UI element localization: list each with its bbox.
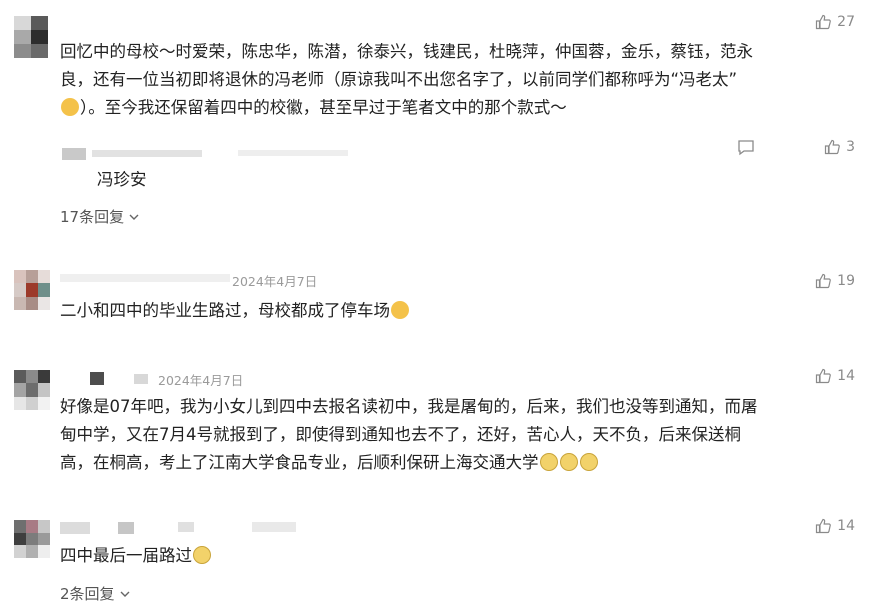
thumbs-up-icon xyxy=(816,518,832,534)
like-button[interactable]: 14 xyxy=(815,518,855,534)
smiling-face-emoji xyxy=(539,453,558,471)
redacted-username xyxy=(252,522,296,532)
redacted-username xyxy=(134,374,148,384)
comment-text-line: 好像是07年吧，我为小女儿到四中去报名读初中，我是屠甸的，后来，我们也没等到通知… xyxy=(60,397,758,416)
comment-text-line: 回忆中的母校～时爱荣，陈忠华，陈潜，徐泰兴，钱建民，杜晓萍，仲国蓉，金乐，蔡钰，… xyxy=(60,42,753,61)
thumbs-up-icon xyxy=(816,273,832,289)
comment-bubble-icon xyxy=(738,140,754,156)
redacted-username xyxy=(238,150,348,156)
comment-text-line: ）。至今我还保留着四中的校徽，甚至早过于笔者文中的那个款式～ xyxy=(80,98,567,117)
avatar[interactable] xyxy=(14,270,50,310)
reply-like-button[interactable]: 3 xyxy=(824,139,855,155)
thumbs-up-icon xyxy=(824,139,840,155)
reply-text: 冯珍安 xyxy=(97,170,147,189)
comment-text-line: 甸中学，又在7月4号就报到了，即使得到通知也去不了，还好，苦心人，天不负，后来保… xyxy=(60,425,741,444)
like-button[interactable]: 19 xyxy=(815,273,855,289)
thinking-face-emoji xyxy=(61,98,79,116)
avatar[interactable] xyxy=(14,16,48,58)
comment-text: 回忆中的母校～时爱荣，陈忠华，陈潜，徐泰兴，钱建民，杜晓萍，仲国蓉，金乐，蔡钰，… xyxy=(60,38,753,122)
chevron-down-icon xyxy=(129,214,139,220)
comment-text-line: 高，在桐高，考上了江南大学食品专业，后顺利保研上海交通大学 xyxy=(60,453,539,472)
like-count: 27 xyxy=(837,14,855,30)
like-button[interactable]: 14 xyxy=(815,368,855,384)
reply-comment-button[interactable] xyxy=(737,139,755,160)
view-replies-button[interactable]: 17条回复 xyxy=(60,206,140,227)
comment-text-line: 良，还有一位当初即将退休的冯老师（原谅我叫不出您名字了，以前同学们都称呼为“冯老… xyxy=(60,70,738,89)
smiling-face-emoji xyxy=(559,453,578,471)
redacted-username xyxy=(118,522,134,534)
comment-text-line: 二小和四中的毕业生路过，母校都成了停车场 xyxy=(60,301,390,320)
redacted-username xyxy=(60,274,230,282)
replies-count: 17条回复 xyxy=(60,208,125,226)
thumbs-up-icon xyxy=(816,14,832,30)
avatar[interactable] xyxy=(14,370,50,410)
replies-count: 2条回复 xyxy=(60,585,115,603)
smiling-face-emoji xyxy=(193,546,211,564)
like-count: 14 xyxy=(837,518,855,534)
like-button[interactable]: 27 xyxy=(815,14,855,30)
reply-avatar[interactable] xyxy=(62,148,86,160)
chevron-down-icon xyxy=(120,591,130,597)
redacted-username xyxy=(92,150,202,157)
like-count: 3 xyxy=(846,139,855,155)
view-replies-button[interactable]: 2条回复 xyxy=(60,583,131,604)
comment-date: 2024年4月7日 xyxy=(232,274,318,289)
redacted-username xyxy=(60,522,90,534)
avatar[interactable] xyxy=(14,520,50,558)
crying-face-emoji xyxy=(391,301,409,319)
comment-text: 好像是07年吧，我为小女儿到四中去报名读初中，我是屠甸的，后来，我们也没等到通知… xyxy=(60,393,758,477)
smiling-face-emoji xyxy=(579,453,598,471)
like-count: 14 xyxy=(837,368,855,384)
redacted-username xyxy=(90,372,104,385)
redacted-username xyxy=(178,522,194,532)
comment-text-line: 四中最后一届路过 xyxy=(60,546,192,565)
like-count: 19 xyxy=(837,273,855,289)
comment-text: 四中最后一届路过 xyxy=(60,542,212,570)
comment-date: 2024年4月7日 xyxy=(158,373,244,388)
comment-text: 二小和四中的毕业生路过，母校都成了停车场 xyxy=(60,297,410,325)
thumbs-up-icon xyxy=(816,368,832,384)
